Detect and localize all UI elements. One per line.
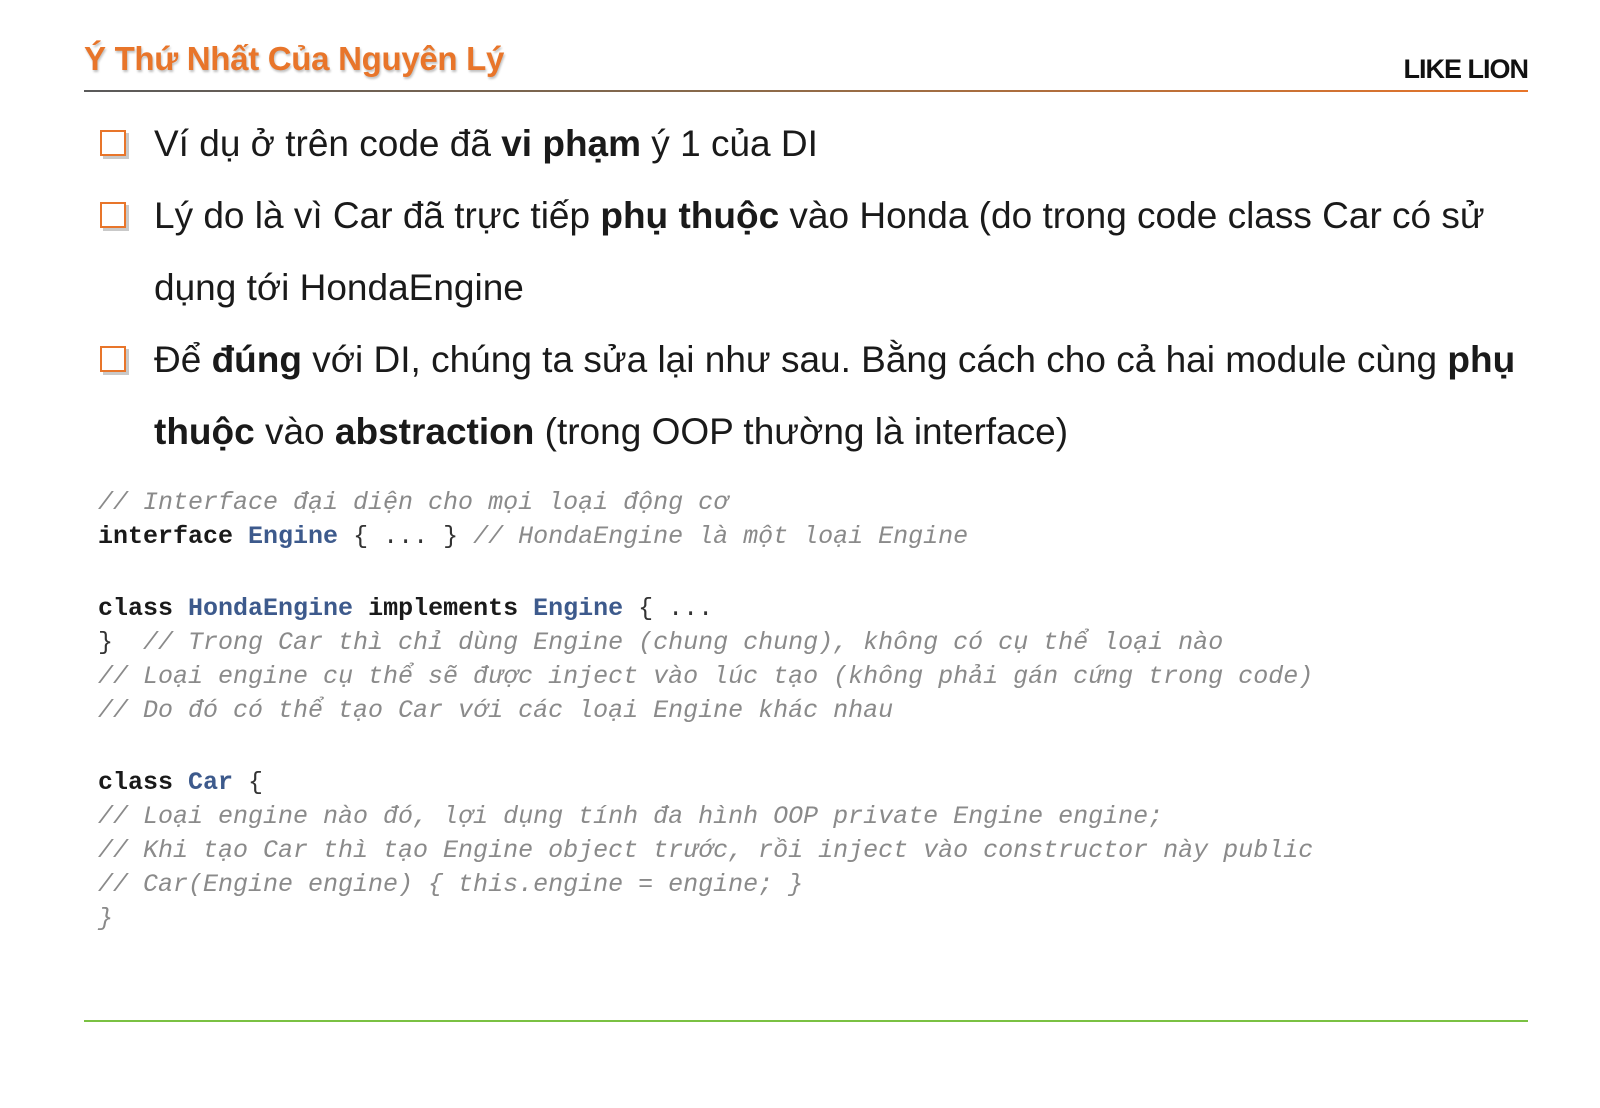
- code-type: HondaEngine: [188, 594, 354, 623]
- code-text: { ... }: [338, 522, 474, 551]
- bullet-emphasis: vi phạm: [501, 123, 642, 164]
- code-comment: // HondaEngine là một loại Engine: [473, 522, 969, 551]
- checkbox-bullet-icon: [100, 130, 126, 156]
- code-comment: // Interface đại diện cho mọi loại động …: [98, 488, 729, 517]
- code-line: // Car(Engine engine) { this.engine = en…: [98, 868, 1568, 902]
- bullet-text: (trong OOP thường là interface): [534, 411, 1069, 452]
- bullet-text: Để: [154, 339, 212, 380]
- code-comment: }: [98, 904, 114, 933]
- code-line: class Car {: [98, 766, 1568, 800]
- code-keyword: class: [98, 594, 174, 623]
- code-keyword: class: [98, 768, 174, 797]
- footer-divider: [84, 1020, 1528, 1022]
- bullet-text: Lý do là vì Car đã trực tiếp: [154, 195, 601, 236]
- code-comment: // Loại engine nào đó, lợi dụng tính đa …: [98, 802, 1164, 831]
- code-type: Engine: [248, 522, 339, 551]
- code-line: // Interface đại diện cho mọi loại động …: [98, 486, 1568, 520]
- code-line: // Loại engine cụ thể sẽ được inject vào…: [98, 660, 1568, 694]
- checkbox-bullet-icon: [100, 202, 126, 228]
- bullet-emphasis: abstraction: [334, 411, 535, 452]
- bullet-text: ý 1 của DI: [641, 123, 818, 164]
- code-comment: // Do đó có thể tạo Car với các loại Eng…: [98, 696, 894, 725]
- bullet-item: Để đúng với DI, chúng ta sửa lại như sau…: [100, 324, 1540, 468]
- code-text: { ...: [623, 594, 714, 623]
- code-comment: // Car(Engine engine) { this.engine = en…: [98, 870, 804, 899]
- code-keyword: interface: [98, 522, 234, 551]
- code-comment: // Loại engine cụ thể sẽ được inject vào…: [98, 662, 1314, 691]
- bullet-emphasis: đúng: [211, 339, 302, 380]
- code-line: class HondaEngine implements Engine { ..…: [98, 592, 1568, 626]
- code-line: // Do đó có thể tạo Car với các loại Eng…: [98, 694, 1568, 728]
- bullet-text: với DI, chúng ta sửa lại như sau. Bằng c…: [301, 339, 1448, 380]
- header-divider: [84, 90, 1528, 92]
- brand-logo: LIKE LION: [1403, 54, 1529, 84]
- bullet-item: Ví dụ ở trên code đã vi phạm ý 1 của DI: [100, 108, 1540, 180]
- bullet-text: vào: [254, 411, 335, 452]
- code-text: {: [233, 768, 264, 797]
- checkbox-bullet-icon: [100, 346, 126, 372]
- code-line: // Loại engine nào đó, lợi dụng tính đa …: [98, 800, 1568, 834]
- code-line: interface Engine { ... } // HondaEngine …: [98, 520, 1568, 554]
- bullet-text: Ví dụ ở trên code đã: [154, 123, 502, 164]
- bullet-emphasis: phụ thuộc: [600, 195, 780, 236]
- code-comment: // Khi tạo Car thì tạo Engine object trư…: [98, 836, 1314, 865]
- code-line: } // Trong Car thì chỉ dùng Engine (chun…: [98, 626, 1568, 660]
- bullet-list: Ví dụ ở trên code đã vi phạm ý 1 của DI L…: [100, 108, 1540, 468]
- code-block: // Interface đại diện cho mọi loại động …: [98, 486, 1568, 936]
- code-type: Engine: [533, 594, 624, 623]
- bullet-item: Lý do là vì Car đã trực tiếp phụ thuộc v…: [100, 180, 1540, 324]
- code-type: Car: [188, 768, 234, 797]
- slide-title: Ý Thứ Nhất Của Nguyên Lý: [84, 40, 505, 77]
- code-line: }: [98, 902, 1568, 936]
- code-comment: // Trong Car thì chỉ dùng Engine (chung …: [143, 628, 1224, 657]
- code-line: // Khi tạo Car thì tạo Engine object trư…: [98, 834, 1568, 868]
- code-keyword: implements: [368, 594, 519, 623]
- code-text: }: [98, 628, 144, 657]
